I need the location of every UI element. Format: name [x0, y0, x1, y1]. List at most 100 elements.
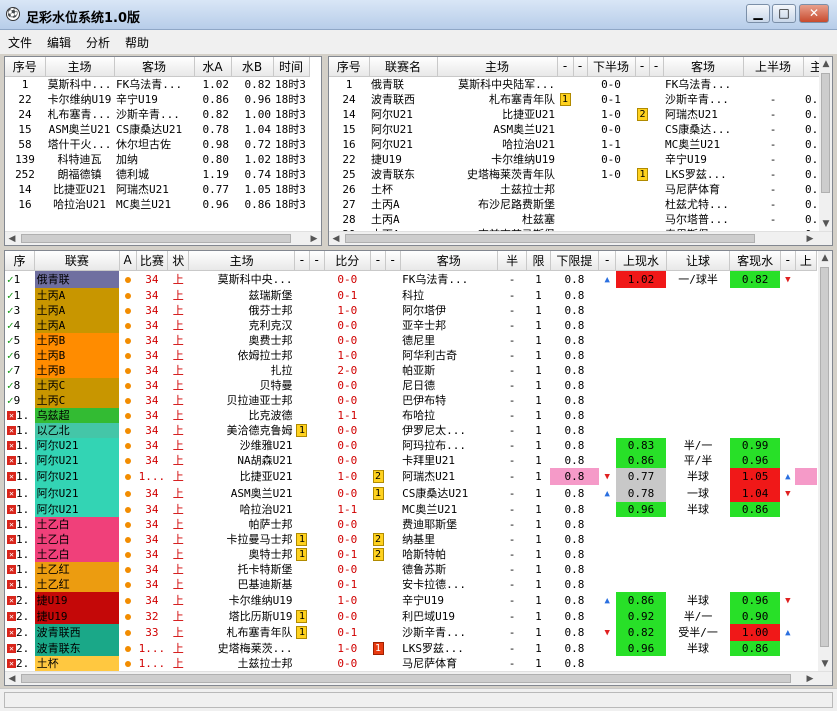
- match-row[interactable]: ✓1 土丙A 34 上兹瑞斯堡 0-1 科拉 -1 0.8: [5, 287, 817, 303]
- match-row[interactable]: ✓8 土丙C 34 上贝特曼 0-0 尼日德 -1 0.8: [5, 377, 817, 393]
- table-row[interactable]: 28 土丙A 杜兹塞 马尔塔普... -0.: [329, 212, 829, 227]
- scroll-thumb[interactable]: [820, 267, 829, 647]
- table-row[interactable]: 24 札布塞青... 沙斯辛青... 0.82 1.00 18时3: [5, 107, 309, 122]
- table-row[interactable]: 27 土丙A 布沙尼路费斯堡 杜兹尤特... -0.: [329, 197, 829, 212]
- column-header[interactable]: 水B: [231, 57, 274, 77]
- top-left-hscrollbar[interactable]: ◀ ▶: [5, 231, 321, 245]
- column-header[interactable]: 下限提: [550, 251, 600, 271]
- top-right-vscrollbar[interactable]: ▲ ▼: [819, 57, 832, 231]
- column-header[interactable]: -: [385, 251, 401, 271]
- menu-edit[interactable]: 编辑: [39, 30, 78, 51]
- table-row[interactable]: 14 比捷亚U21 阿瑞杰U21 0.77 1.05 18时3: [5, 182, 309, 197]
- menu-analyze[interactable]: 分析: [78, 30, 117, 51]
- main-vscrollbar[interactable]: ▲ ▼: [818, 251, 832, 671]
- table-row[interactable]: 15 阿尔U21 ASM奥兰U21 0-0 CS康桑达... -0.: [329, 122, 829, 137]
- match-row[interactable]: ✕ 1. 阿尔U21 34 上哈拉治U21 1-1 MC奥兰U21-1 0.8 0.96 半球 0.…: [5, 501, 817, 517]
- table-row[interactable]: 24 波青联西 札布塞青年队 1 0-1 沙斯辛青... -0.: [329, 92, 829, 107]
- match-row[interactable]: ✓6 土丙B 34 上依姆拉士邦 1-0 阿华利古奇 -1 0.8: [5, 347, 817, 363]
- column-header[interactable]: A: [119, 251, 137, 271]
- column-header[interactable]: 客场: [400, 251, 498, 271]
- menu-file[interactable]: 文件: [0, 30, 39, 51]
- column-header[interactable]: 水A: [194, 57, 232, 77]
- column-header[interactable]: 序号: [5, 57, 46, 77]
- main-hscrollbar[interactable]: ◀ ▶: [5, 671, 832, 685]
- column-header[interactable]: 上: [795, 251, 818, 271]
- match-row[interactable]: ✕ 1. 阿尔U21 34 上 NA胡森U21 0-0 卡拜里U21-1 0.8 0.86 平/半 0…: [5, 452, 817, 468]
- column-header[interactable]: 主场: [437, 57, 558, 77]
- column-header[interactable]: 序号: [329, 57, 370, 77]
- match-row[interactable]: ✕ 1. 土乙白 34 上卡拉曼马士邦 1 0-0 2 纳基里 -1 0.8: [5, 531, 817, 547]
- match-row[interactable]: ✕ 1. 阿尔U21 1... 上比捷亚U21 1-0 2 阿瑞杰U21-1 0.8 ▼ 0.77 半…: [5, 467, 817, 485]
- top-right-hscrollbar[interactable]: ◀ ▶: [329, 231, 832, 245]
- table-row[interactable]: 25 波青联东 史塔梅莱茨青年队 1-0 1 LKS罗兹... -0.: [329, 167, 829, 182]
- table-row[interactable]: 22 卡尔维纳U19 辛宁U19 0.86 0.96 18时3: [5, 92, 309, 107]
- close-button[interactable]: ✕: [799, 4, 829, 23]
- column-header[interactable]: -: [573, 57, 588, 77]
- column-header[interactable]: -: [780, 251, 796, 271]
- scroll-right-arrow-icon[interactable]: ▶: [307, 232, 321, 245]
- column-header[interactable]: 主场: [45, 57, 115, 77]
- scroll-thumb[interactable]: [21, 234, 291, 243]
- column-header[interactable]: 客场: [663, 57, 744, 77]
- column-header[interactable]: 上现水: [615, 251, 667, 271]
- column-header[interactable]: 让球: [666, 251, 731, 271]
- column-header[interactable]: 时间: [273, 57, 310, 77]
- column-header[interactable]: 序: [5, 251, 36, 271]
- match-row[interactable]: ✕ 2. 捷U19 34 上卡尔维纳U19 1-0 辛宁U19-1 0.8 ▲ 0.86 半球 0.9…: [5, 591, 817, 609]
- table-row[interactable]: 252 朗福德镇 德利城 1.19 0.74 18时3: [5, 167, 309, 182]
- match-row[interactable]: ✕ 2. 捷U19 32 上塔比历斯U19 1 0-0 利巴域U19-1 0.8 0.92 半/一 0…: [5, 608, 817, 624]
- match-row[interactable]: ✓5 土丙B 34 上奥费士邦 0-0 德尼里 -1 0.8: [5, 332, 817, 348]
- scroll-thumb[interactable]: [21, 674, 791, 683]
- column-header[interactable]: 联赛: [34, 251, 120, 271]
- column-header[interactable]: 客场: [114, 57, 195, 77]
- table-row[interactable]: 139 科特迪瓦 加纳 0.80 1.02 18时3: [5, 152, 309, 167]
- table-row[interactable]: 26 土杯 土兹拉士邦 马尼萨体育 -0.: [329, 182, 829, 197]
- scroll-down-arrow-icon[interactable]: ▼: [818, 657, 832, 671]
- column-header[interactable]: -: [370, 251, 386, 271]
- column-header[interactable]: -: [598, 251, 617, 271]
- table-row[interactable]: 14 阿尔U21 比捷亚U21 1-0 2 阿瑞杰U21-0.: [329, 107, 829, 122]
- scroll-thumb[interactable]: [821, 73, 830, 193]
- column-header[interactable]: 上半场: [743, 57, 804, 77]
- match-row[interactable]: ✓9 土丙C 34 上贝拉迪亚士邦 0-0 巴伊布特 -1 0.8: [5, 392, 817, 408]
- match-row[interactable]: ✕ 1. 阿尔U21 34 上 ASM奥兰U21 0-0 1 CS康桑达U21-1 0.8 ▲ 0.7…: [5, 484, 817, 502]
- minimize-button[interactable]: ▁: [746, 4, 770, 23]
- menu-help[interactable]: 帮助: [117, 30, 156, 51]
- match-row[interactable]: ✕ 1. 土乙白 34 上帕萨士邦 0-0 费迪耶斯堡 -1 0.8: [5, 516, 817, 532]
- table-row[interactable]: 58 塔什干火... 休尔坦古佐 0.98 0.72 18时3: [5, 137, 309, 152]
- scroll-up-arrow-icon[interactable]: ▲: [818, 251, 832, 265]
- match-row[interactable]: ✕ 2. 波青联东 1... 上史塔梅莱茨... 1-0 1 LKS罗兹... -1 0.8 0.9…: [5, 640, 817, 656]
- table-row[interactable]: 16 阿尔U21 哈拉治U21 1-1 MC奥兰U21-0.: [329, 137, 829, 152]
- table-row[interactable]: 15 ASM奥兰U21 CS康桑达U21 0.78 1.04 18时3: [5, 122, 309, 137]
- match-row[interactable]: ✕ 1. 以乙北 34 上美洽德克鲁姆 1 0-0 伊罗尼太... -1 0.8: [5, 422, 817, 438]
- column-header[interactable]: -: [649, 57, 664, 77]
- scroll-left-arrow-icon[interactable]: ◀: [5, 232, 19, 245]
- column-header[interactable]: 下半场: [587, 57, 636, 77]
- table-row[interactable]: 1 莫斯科中... FK乌法青... 1.02 0.82 18时3: [5, 76, 309, 92]
- scroll-up-arrow-icon[interactable]: ▲: [819, 57, 832, 71]
- column-header[interactable]: -: [309, 251, 325, 271]
- column-header[interactable]: -: [294, 251, 310, 271]
- column-header[interactable]: 半: [497, 251, 528, 271]
- scroll-left-arrow-icon[interactable]: ◀: [5, 672, 19, 685]
- scroll-right-arrow-icon[interactable]: ▶: [803, 232, 817, 245]
- column-header[interactable]: 客现水: [729, 251, 781, 271]
- scroll-down-arrow-icon[interactable]: ▼: [819, 217, 832, 231]
- scroll-left-arrow-icon[interactable]: ◀: [329, 232, 343, 245]
- match-row[interactable]: ✓7 土丙B 34 上扎拉 2-0 帕亚斯 -1 0.8: [5, 362, 817, 378]
- table-row[interactable]: 22 捷U19 卡尔维纳U19 0-0 辛宁U19-0.: [329, 152, 829, 167]
- match-row[interactable]: ✕ 2. 波青联西 33 上札布塞青年队 1 0-1 沙斯辛青... -1 0.8 ▼ 0.82 受半/…: [5, 623, 817, 641]
- match-row[interactable]: ✕ 1. 土乙红 34 上巴基迪斯基 0-1 安卡拉德... -1 0.8: [5, 576, 817, 592]
- match-row[interactable]: ✕ 1. 土乙红 34 上托卡特斯堡 0-0 德鲁苏斯 -1 0.8: [5, 561, 817, 577]
- table-row[interactable]: 1 俄青联 莫斯科中央陆军... 0-0 FK乌法青...: [329, 76, 829, 92]
- table-row[interactable]: 16 哈拉治U21 MC奥兰U21 0.96 0.86 18时3: [5, 197, 309, 212]
- match-row[interactable]: ✕ 1. 乌兹超 34 上比克波德 1-1 布哈拉 -1 0.8: [5, 407, 817, 423]
- match-row[interactable]: ✕ 2. 土杯 1... 上土兹拉士邦 0-0 马尼萨体育 -1 0.8: [5, 655, 817, 671]
- match-row[interactable]: ✓3 土丙A 34 上俄芬士邦 1-0 阿尔塔伊 -1 0.8: [5, 302, 817, 318]
- maximize-button[interactable]: □: [772, 4, 796, 23]
- column-header[interactable]: 比赛: [136, 251, 169, 271]
- column-header[interactable]: 限: [526, 251, 551, 271]
- column-header[interactable]: -: [557, 57, 574, 77]
- match-row[interactable]: ✓1 俄青联 34 上莫斯科中央... 0-0 FK乌法青... -1 0.8 ▲ 1.02 一/球…: [5, 270, 817, 288]
- match-row[interactable]: ✕ 1. 土乙白 34 上奥特士邦 1 0-1 2 哈斯特帕 -1 0.8: [5, 546, 817, 562]
